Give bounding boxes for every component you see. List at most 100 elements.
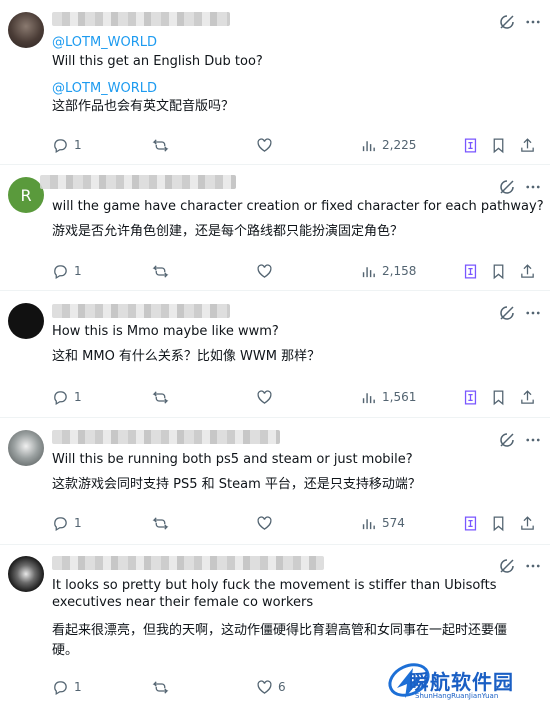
mention-link[interactable]: @LOTM_WORLD: [52, 34, 157, 51]
watermark-logo: 瞬航软件园 ShunHangRuanJianYuan: [383, 660, 533, 706]
bookmark-icon: [493, 263, 504, 279]
heart-icon: [257, 137, 272, 152]
avatar[interactable]: [8, 303, 44, 339]
repost-icon: [152, 390, 169, 404]
views-icon: [362, 140, 375, 151]
post-text: How this is Mmo maybe like wwm?: [52, 324, 279, 339]
more-icon[interactable]: [524, 178, 542, 196]
post-text: It looks so pretty but holy fuck the mov…: [52, 578, 497, 610]
bookmark-button[interactable]: [490, 387, 507, 407]
reply-icon: [54, 390, 67, 405]
reply-post: Will this be running both ps5 and steam …: [0, 418, 550, 545]
blurred-username[interactable]: [40, 175, 236, 189]
grok-explain-button[interactable]: [462, 261, 479, 281]
views-icon: [362, 266, 375, 277]
like-button[interactable]: 6: [256, 677, 286, 697]
grok-explain-button[interactable]: [462, 513, 479, 533]
share-button[interactable]: [519, 387, 536, 407]
bookmark-icon: [493, 389, 504, 405]
like-button[interactable]: [256, 387, 273, 407]
views-button[interactable]: 2,225: [360, 135, 416, 155]
reply-count: 1: [74, 264, 82, 278]
views-icon: [362, 392, 375, 403]
repost-icon: [152, 264, 169, 278]
repost-button[interactable]: [152, 513, 169, 533]
like-button[interactable]: [256, 135, 273, 155]
share-icon: [521, 263, 534, 278]
bookmark-button[interactable]: [490, 513, 507, 533]
view-count: 1,561: [382, 390, 417, 404]
grok-icon[interactable]: [498, 13, 516, 31]
bookmark-button[interactable]: [490, 261, 507, 281]
share-icon: [521, 389, 534, 404]
grok-icon[interactable]: [498, 557, 516, 575]
grok-analyze-icon: [464, 137, 477, 153]
mention-link[interactable]: @LOTM_WORLD: [52, 80, 157, 97]
more-icon[interactable]: [524, 13, 542, 31]
repost-button[interactable]: [152, 677, 169, 697]
reply-icon: [54, 138, 67, 153]
reply-post: How this is Mmo maybe like wwm? 这和 MMO 有…: [0, 291, 550, 418]
share-button[interactable]: [519, 513, 536, 533]
views-button[interactable]: 1,561: [360, 387, 416, 407]
grok-icon[interactable]: [498, 304, 516, 322]
like-button[interactable]: [256, 513, 273, 533]
bookmark-icon: [493, 515, 504, 531]
bookmark-button[interactable]: [490, 135, 507, 155]
view-count: 2,158: [382, 264, 417, 278]
share-button[interactable]: [519, 261, 536, 281]
repost-button[interactable]: [152, 135, 169, 155]
reply-count: 1: [74, 138, 82, 152]
view-count: 574: [382, 516, 405, 530]
grok-icon[interactable]: [498, 178, 516, 196]
grok-explain-button[interactable]: [462, 387, 479, 407]
repost-icon: [152, 516, 169, 530]
grok-explain-button[interactable]: [462, 135, 479, 155]
blurred-username[interactable]: [52, 12, 230, 26]
action-bar: 1 2,225: [52, 135, 542, 155]
post-text: will the game have character creation or…: [52, 199, 544, 214]
blurred-username[interactable]: [52, 304, 230, 318]
reply-icon: [54, 264, 67, 279]
avatar[interactable]: [8, 430, 44, 466]
more-icon[interactable]: [524, 431, 542, 449]
grok-analyze-icon: [464, 263, 477, 279]
grok-icon[interactable]: [498, 431, 516, 449]
reply-button[interactable]: 1: [52, 261, 82, 281]
action-bar: 1 1,561: [52, 387, 542, 407]
reply-button[interactable]: 1: [52, 387, 82, 407]
reply-button[interactable]: 1: [52, 677, 82, 697]
reply-icon: [54, 516, 67, 531]
share-button[interactable]: [519, 135, 536, 155]
grok-analyze-icon: [464, 515, 477, 531]
repost-button[interactable]: [152, 387, 169, 407]
avatar[interactable]: R: [8, 177, 44, 213]
reply-icon: [54, 680, 67, 695]
translation-text: 游戏是否允许角色创建，还是每个路线都只能扮演固定角色？: [52, 224, 404, 239]
more-icon[interactable]: [524, 304, 542, 322]
grok-analyze-icon: [464, 389, 477, 405]
views-button[interactable]: 574: [360, 513, 405, 533]
repost-button[interactable]: [152, 261, 169, 281]
bookmark-icon: [493, 137, 504, 153]
blurred-username[interactable]: [52, 556, 324, 570]
heart-icon: [257, 263, 272, 278]
reply-button[interactable]: 1: [52, 135, 82, 155]
views-button[interactable]: 2,158: [360, 261, 416, 281]
translation-text: 这款游戏会同时支持 PS5 和 Steam 平台，还是只支持移动端？: [52, 477, 421, 492]
reply-count: 1: [74, 680, 82, 694]
heart-icon: [257, 679, 272, 694]
reply-button[interactable]: 1: [52, 513, 82, 533]
blurred-username[interactable]: [52, 430, 280, 444]
repost-icon: [152, 680, 169, 694]
post-text: Will this be running both ps5 and steam …: [52, 452, 413, 467]
more-icon[interactable]: [524, 557, 542, 575]
translation-text: 这和 MMO 有什么关系？比如像 WWM 那样？: [52, 349, 321, 364]
like-button[interactable]: [256, 261, 273, 281]
reply-count: 1: [74, 516, 82, 530]
reply-count: 1: [74, 390, 82, 404]
avatar[interactable]: [8, 12, 44, 48]
avatar[interactable]: [8, 556, 44, 592]
translation-text: 看起来很漂亮，但我的天啊，这动作僵硬得比育碧高管和女同事在一起时还要僵硬。: [52, 623, 508, 658]
post-text: Will this get an English Dub too?: [52, 54, 263, 69]
